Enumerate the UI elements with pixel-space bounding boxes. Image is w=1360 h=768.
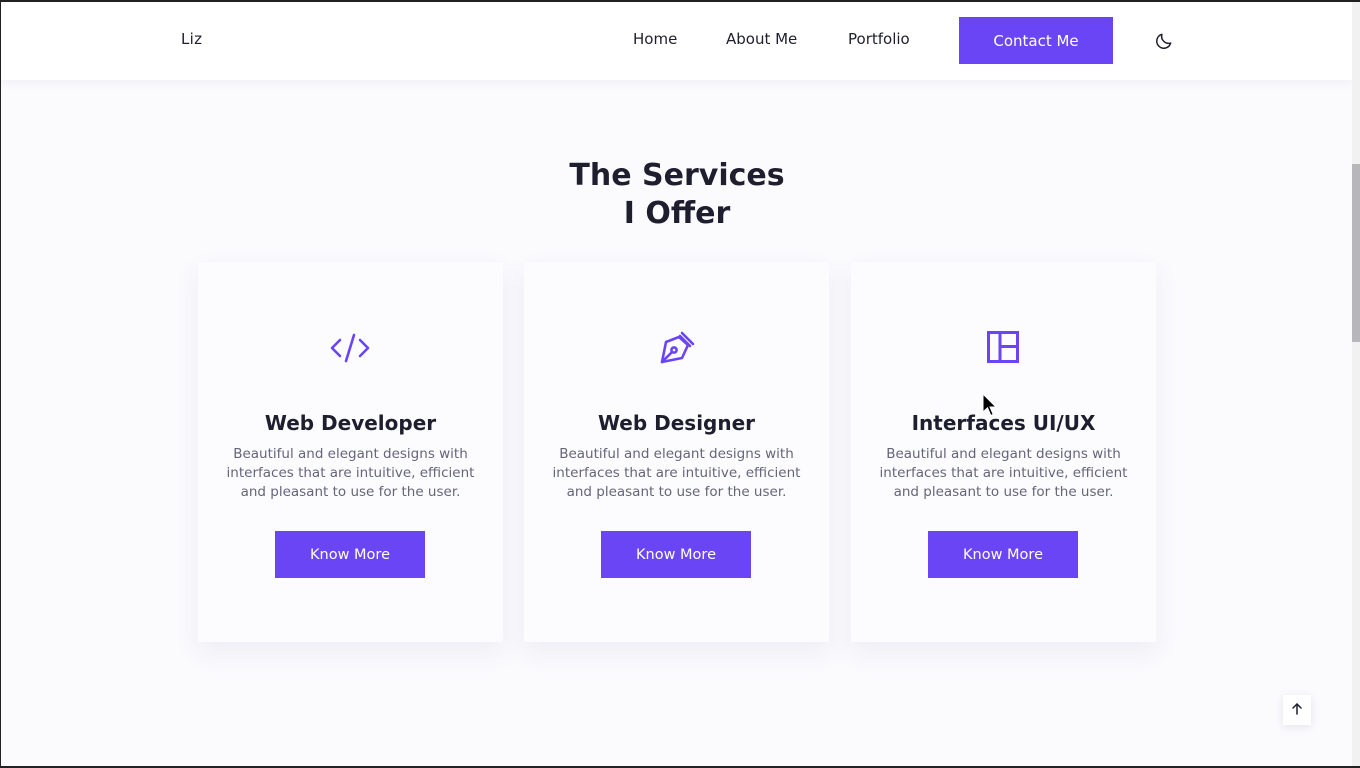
site-header: Liz Home About Me Portfolio Contact Me	[1, 2, 1353, 80]
know-more-button[interactable]: Know More	[275, 531, 425, 578]
service-card-title: Web Developer	[264, 411, 437, 435]
page-scrollbar[interactable]	[1352, 2, 1360, 768]
layout-icon	[981, 328, 1025, 368]
know-more-button[interactable]: Know More	[928, 531, 1078, 578]
contact-button[interactable]: Contact Me	[959, 17, 1113, 64]
service-card-title: Interfaces UI/UX	[911, 411, 1096, 435]
know-more-button[interactable]: Know More	[601, 531, 751, 578]
nav-about-link[interactable]: About Me	[726, 30, 797, 48]
services-title: The Services I Offer	[477, 157, 877, 233]
services-title-line-1: The Services	[569, 157, 785, 193]
services-title-line-2: I Offer	[623, 195, 731, 231]
moon-icon[interactable]	[1154, 31, 1174, 51]
nav-portfolio-link[interactable]: Portfolio	[848, 30, 910, 48]
service-card-web-designer: Web Designer Beautiful and elegant desig…	[524, 262, 829, 642]
scroll-to-top-button[interactable]	[1283, 695, 1311, 725]
scrollbar-thumb[interactable]	[1352, 164, 1360, 342]
nav-home-link[interactable]: Home	[633, 30, 677, 48]
code-icon	[328, 328, 372, 368]
service-card-interfaces-ui-ux: Interfaces UI/UX Beautiful and elegant d…	[851, 262, 1156, 642]
pen-tool-icon	[654, 328, 698, 368]
service-card-description: Beautiful and elegant designs with inter…	[226, 445, 475, 500]
site-logo[interactable]: Liz	[181, 30, 202, 48]
service-card-description: Beautiful and elegant designs with inter…	[552, 445, 801, 500]
service-card-web-developer: Web Developer Beautiful and elegant desi…	[198, 262, 503, 642]
service-card-description: Beautiful and elegant designs with inter…	[879, 445, 1128, 500]
arrow-up-icon	[1290, 701, 1304, 720]
service-card-title: Web Designer	[597, 411, 756, 435]
